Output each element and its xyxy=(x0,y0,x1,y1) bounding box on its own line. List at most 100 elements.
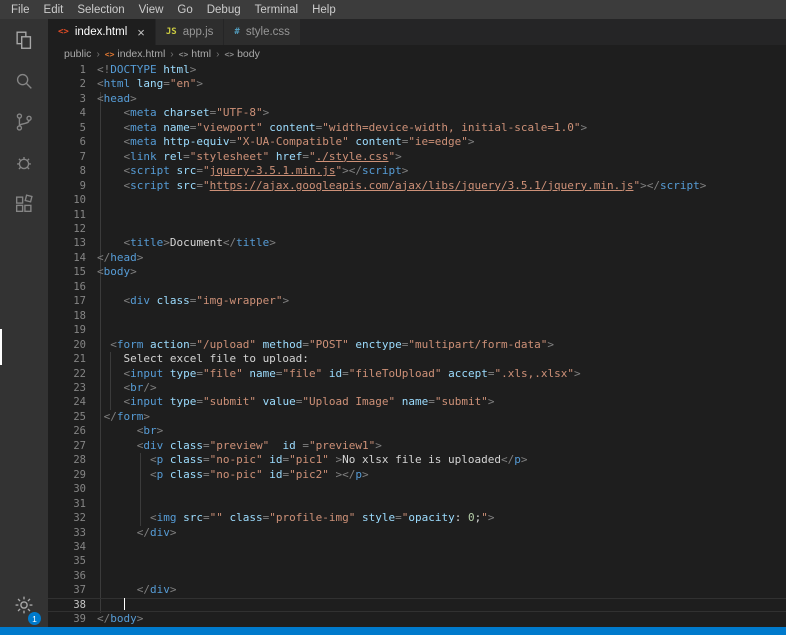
menu-file[interactable]: File xyxy=(4,4,37,16)
close-icon[interactable]: × xyxy=(137,26,145,39)
code-line-18[interactable]: 18 xyxy=(48,309,786,323)
line-number[interactable]: 28 xyxy=(48,453,97,467)
menu-terminal[interactable]: Terminal xyxy=(248,4,305,16)
breadcrumb-item-index.html[interactable]: <> index.html xyxy=(105,48,166,60)
line-number[interactable]: 5 xyxy=(48,121,97,135)
code-line-11[interactable]: 11 xyxy=(48,208,786,222)
line-number[interactable]: 26 xyxy=(48,424,97,438)
code-line-29[interactable]: 29 <p class="no-pic" id="pic2" ></p> xyxy=(48,468,786,482)
line-number[interactable]: 38 xyxy=(48,598,97,612)
line-number[interactable]: 22 xyxy=(48,367,97,381)
code-line-24[interactable]: 24 <input type="submit" value="Upload Im… xyxy=(48,395,786,409)
line-number[interactable]: 1 xyxy=(48,63,97,77)
tab-style.css[interactable]: # style.css xyxy=(224,19,300,45)
code-line-19[interactable]: 19 xyxy=(48,323,786,337)
line-number[interactable]: 34 xyxy=(48,540,97,554)
line-number[interactable]: 23 xyxy=(48,381,97,395)
line-number[interactable]: 20 xyxy=(48,338,97,352)
line-number[interactable]: 39 xyxy=(48,612,97,626)
line-number[interactable]: 9 xyxy=(48,179,97,193)
line-number[interactable]: 25 xyxy=(48,410,97,424)
code-line-6[interactable]: 6 <meta http-equiv="X-UA-Compatible" con… xyxy=(48,135,786,149)
explorer-icon[interactable] xyxy=(0,19,48,60)
code-line-17[interactable]: 17 <div class="img-wrapper"> xyxy=(48,294,786,308)
code-line-21[interactable]: 21 Select excel file to upload: xyxy=(48,352,786,366)
line-number[interactable]: 19 xyxy=(48,323,97,337)
code-line-2[interactable]: 2 <html lang="en"> xyxy=(48,77,786,91)
code-line-31[interactable]: 31 xyxy=(48,497,786,511)
tab-app.js[interactable]: JS app.js xyxy=(155,19,224,45)
line-number[interactable]: 35 xyxy=(48,554,97,568)
line-number[interactable]: 30 xyxy=(48,482,97,496)
line-number[interactable]: 36 xyxy=(48,569,97,583)
source-control-icon[interactable] xyxy=(0,101,48,142)
code-line-37[interactable]: 37 </div> xyxy=(48,583,786,597)
code-line-27[interactable]: 27 <div class="preview" id ="preview1"> xyxy=(48,439,786,453)
code-line-7[interactable]: 7 <link rel="stylesheet" href="./style.c… xyxy=(48,150,786,164)
menu-view[interactable]: View xyxy=(132,4,171,16)
menu-debug[interactable]: Debug xyxy=(200,4,248,16)
code-line-4[interactable]: 4 <meta charset="UTF-8"> xyxy=(48,106,786,120)
editor[interactable]: 1 <!DOCTYPE html> 2 <html lang="en"> 3 <head>… xyxy=(48,63,786,627)
code-line-23[interactable]: 23 <br/> xyxy=(48,381,786,395)
line-number[interactable]: 3 xyxy=(48,92,97,106)
line-number[interactable]: 11 xyxy=(48,208,97,222)
code-line-25[interactable]: 25 </form> xyxy=(48,410,786,424)
line-number[interactable]: 8 xyxy=(48,164,97,178)
code-line-30[interactable]: 30 xyxy=(48,482,786,496)
code-line-35[interactable]: 35 xyxy=(48,554,786,568)
code-line-28[interactable]: 28 <p class="no-pic" id="pic1" >No xlsx … xyxy=(48,453,786,467)
code-line-39[interactable]: 39 </body> xyxy=(48,612,786,626)
code-line-22[interactable]: 22 <input type="file" name="file" id="fi… xyxy=(48,367,786,381)
line-number[interactable]: 2 xyxy=(48,77,97,91)
code-line-5[interactable]: 5 <meta name="viewport" content="width=d… xyxy=(48,121,786,135)
breadcrumb-item-html[interactable]: <> html xyxy=(179,48,211,60)
line-number[interactable]: 14 xyxy=(48,251,97,265)
menu-selection[interactable]: Selection xyxy=(70,4,131,16)
line-number[interactable]: 33 xyxy=(48,526,97,540)
code-line-3[interactable]: 3 <head> xyxy=(48,92,786,106)
code-line-12[interactable]: 12 xyxy=(48,222,786,236)
line-number[interactable]: 15 xyxy=(48,265,97,279)
code-line-32[interactable]: 32 <img src="" class="profile-img" style… xyxy=(48,511,786,525)
line-number[interactable]: 29 xyxy=(48,468,97,482)
line-number[interactable]: 4 xyxy=(48,106,97,120)
breadcrumb-item-public[interactable]: public xyxy=(64,48,91,60)
line-number[interactable]: 13 xyxy=(48,236,97,250)
line-number[interactable]: 32 xyxy=(48,511,97,525)
code-line-1[interactable]: 1 <!DOCTYPE html> xyxy=(48,63,786,77)
code-line-10[interactable]: 10 xyxy=(48,193,786,207)
line-number[interactable]: 27 xyxy=(48,439,97,453)
tab-index.html[interactable]: <> index.html × xyxy=(48,19,155,45)
debug-icon[interactable] xyxy=(0,142,48,183)
line-number[interactable]: 37 xyxy=(48,583,97,597)
line-number[interactable]: 18 xyxy=(48,309,97,323)
line-number[interactable]: 7 xyxy=(48,150,97,164)
settings-gear-icon[interactable]: 1 xyxy=(0,585,48,625)
breadcrumb-item-body[interactable]: <> body xyxy=(224,48,259,60)
code-line-14[interactable]: 14 </head> xyxy=(48,251,786,265)
code-line-20[interactable]: 20 <form action="/upload" method="POST" … xyxy=(48,338,786,352)
line-number[interactable]: 12 xyxy=(48,222,97,236)
code-line-8[interactable]: 8 <script src="jquery-3.5.1.min.js"></sc… xyxy=(48,164,786,178)
line-number[interactable]: 24 xyxy=(48,395,97,409)
code-line-36[interactable]: 36 xyxy=(48,569,786,583)
code-line-9[interactable]: 9 <script src="https://ajax.googleapis.c… xyxy=(48,179,786,193)
line-number[interactable]: 17 xyxy=(48,294,97,308)
menu-edit[interactable]: Edit xyxy=(37,4,71,16)
line-number[interactable]: 6 xyxy=(48,135,97,149)
line-number[interactable]: 10 xyxy=(48,193,97,207)
line-number[interactable]: 31 xyxy=(48,497,97,511)
extensions-icon[interactable] xyxy=(0,183,48,224)
menu-go[interactable]: Go xyxy=(170,4,199,16)
code-line-33[interactable]: 33 </div> xyxy=(48,526,786,540)
code-line-16[interactable]: 16 xyxy=(48,280,786,294)
code-line-15[interactable]: 15 <body> xyxy=(48,265,786,279)
line-number[interactable]: 21 xyxy=(48,352,97,366)
menu-help[interactable]: Help xyxy=(305,4,343,16)
search-icon[interactable] xyxy=(0,60,48,101)
code-line-34[interactable]: 34 xyxy=(48,540,786,554)
code-line-13[interactable]: 13 <title>Document</title> xyxy=(48,236,786,250)
code-line-38[interactable]: 38 xyxy=(48,597,786,612)
line-number[interactable]: 16 xyxy=(48,280,97,294)
